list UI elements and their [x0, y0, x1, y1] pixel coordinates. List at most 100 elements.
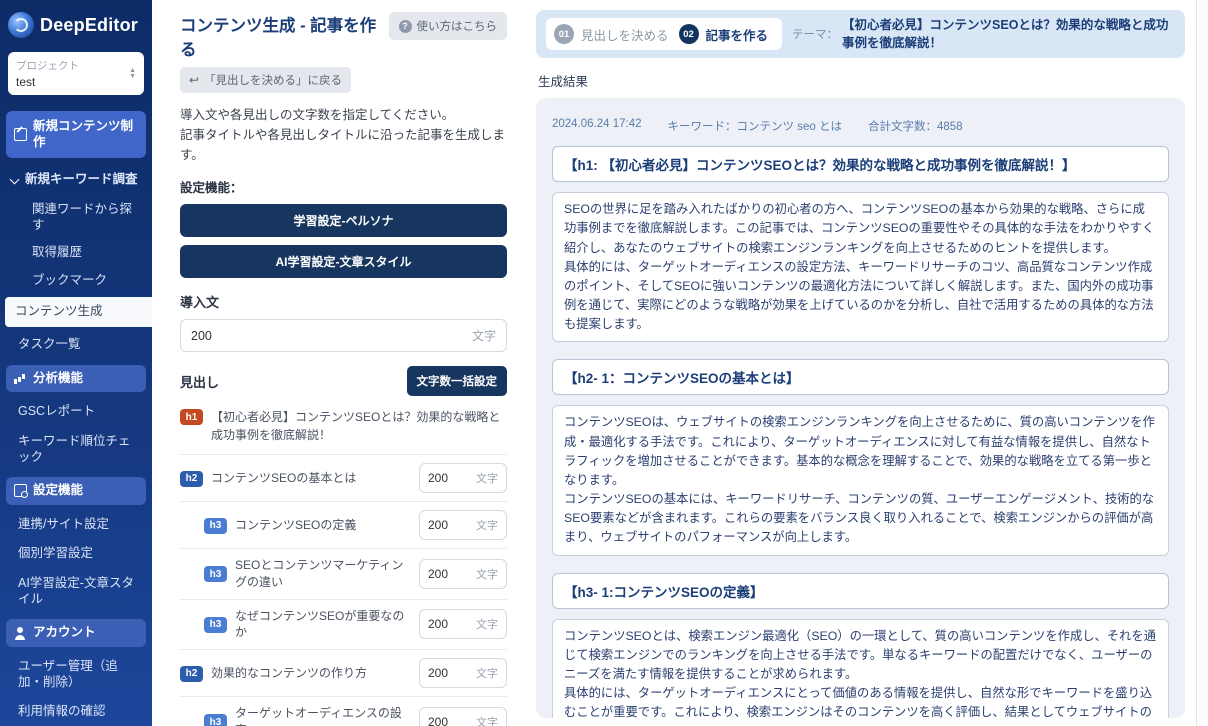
heading-char-count-input[interactable]: 200 文字 — [419, 463, 507, 493]
result-section-body[interactable]: SEOの世界に足を踏み入れたばかりの初心者の方へ、コンテンツSEOの基本から効果… — [552, 192, 1169, 343]
heading-title: SEOとコンテンツマーケティングの違い — [235, 558, 404, 589]
sidebar-item[interactable]: ブックマーク — [0, 267, 152, 295]
sidebar-item-label: ブックマーク — [32, 272, 108, 287]
step-number: 02 — [678, 24, 699, 45]
sidebar-item[interactable]: 分析機能 — [6, 364, 146, 393]
sidebar-item[interactable]: アカウント — [6, 619, 146, 647]
sidebar-item[interactable]: 取得履歴 — [0, 239, 152, 267]
sidebar-item[interactable]: ユーザー管理（追加・削除） — [0, 652, 152, 697]
heading-char-count-input[interactable]: 200 文字 — [419, 706, 507, 726]
intro-char-count-unit: 文字 — [471, 329, 496, 343]
step-tab[interactable]: 01 見出しを決める — [554, 24, 669, 45]
result-section: 【h1: 【初心者必見】コンテンツSEOとは？効果的な戦略と成功事例を徹底解説！… — [552, 146, 1169, 343]
heading-char-count-unit: 文字 — [476, 473, 498, 485]
step-header-bar: 01 見出しを決める 02 記事を作る テーマ： 【初心者必見】コンテンツSEO… — [536, 10, 1185, 59]
page-scrollbar[interactable] — [1196, 0, 1208, 726]
heading-level-badge: h2 — [180, 470, 203, 487]
result-section-heading[interactable]: 【h2- 1：コンテンツSEOの基本とは】 — [552, 359, 1169, 396]
heading-title: ターゲットオーディエンスの設定 — [235, 706, 402, 726]
result-total-chars: 合計文字数：4858 — [867, 121, 963, 134]
result-section-heading[interactable]: 【h1: 【初心者必見】コンテンツSEOとは？効果的な戦略と成功事例を徹底解説！… — [552, 146, 1169, 183]
sidebar-item[interactable]: AI学習設定-文章スタイル — [0, 569, 152, 614]
page-title: コンテンツ生成 - 記事を作る — [180, 17, 377, 59]
theme-label: テーマ： — [792, 29, 839, 42]
sidebar-item-label: 新規キーワード調査 — [25, 172, 138, 187]
heading-title: コンテンツSEOの基本とは — [211, 470, 357, 485]
question-icon: ? — [398, 19, 412, 33]
result-panel: 01 見出しを決める 02 記事を作る テーマ： 【初心者必見】コンテンツSEO… — [520, 0, 1196, 726]
sidebar-item[interactable]: GSCレポート — [0, 397, 152, 427]
sidebar-item-label: コンテンツ生成 — [15, 304, 103, 319]
result-section-body[interactable]: コンテンツSEOは、ウェブサイトの検索エンジンランキングを向上させるために、質の… — [552, 405, 1169, 556]
sidebar-item-label: キーワード順位チェック — [18, 433, 131, 464]
heading-title: 効果的なコンテンツの作り方 — [211, 665, 368, 680]
heading-char-count-input[interactable]: 200 文字 — [419, 609, 507, 640]
app-logo: DeepEditor — [0, 0, 152, 48]
heading-level-badge: h3 — [204, 616, 227, 633]
heading-char-count-value: 200 — [428, 714, 449, 726]
sidebar-item[interactable]: タスク一覧 — [0, 330, 152, 360]
sidebar-item[interactable]: 設定機能 — [6, 477, 146, 505]
heading-char-count-value: 200 — [428, 518, 449, 532]
sidebar-item-icon — [14, 128, 27, 142]
sidebar-item[interactable]: 利用情報の確認 — [0, 697, 152, 726]
sidebar-item[interactable]: キーワード順位チェック — [0, 427, 152, 472]
heading-char-count-value: 200 — [428, 666, 449, 681]
project-select-label: プロジェクト — [16, 60, 79, 72]
sidebar-item-label: 利用情報の確認 — [18, 704, 106, 719]
bulk-char-count-button[interactable]: 文字数一括設定 — [406, 366, 507, 396]
sidebar-item[interactable]: 関連ワードから探す — [0, 196, 152, 239]
heading-char-count-value: 200 — [428, 471, 449, 485]
sidebar-item[interactable]: 個別学習設定 — [0, 539, 152, 569]
result-section-label: 生成結果 — [538, 75, 589, 90]
sidebar-item-icon — [14, 372, 27, 385]
sidebar-menu: 新規コンテンツ制作 新規キーワード調査 関連ワードから探す 取得履歴 ブックマー… — [0, 109, 152, 726]
heading-char-count-unit: 文字 — [476, 619, 498, 632]
heading-level-badge: h3 — [204, 566, 227, 583]
step-number: 01 — [554, 24, 574, 45]
settings-section-label: 設定機能： — [180, 181, 243, 195]
heading-title: コンテンツSEOの定義 — [235, 517, 357, 532]
sidebar-item-label: 個別学習設定 — [18, 546, 94, 561]
sidebar: DeepEditor プロジェクト test ▲ ▼ 新規コンテンツ制作 新規キー… — [0, 0, 152, 726]
headings-list: h2 コンテンツSEOの基本とは 200 文字 h3 コンテンツSEOの定義 2… — [180, 454, 507, 726]
intro-field-label: 導入文 — [180, 295, 220, 310]
help-button[interactable]: ? 使い方はこちら — [388, 12, 507, 40]
result-section: 【h3- 1:コンテンツSEOの定義】 コンテンツSEOとは、検索エンジン最適化… — [552, 572, 1169, 719]
sidebar-item-label: タスク一覧 — [18, 337, 81, 351]
sidebar-item[interactable]: 新規コンテンツ制作 — [6, 111, 146, 159]
sidebar-item[interactable]: 連携/サイト設定 — [0, 510, 152, 540]
chevron-up-down-icon: ▲ ▼ — [129, 66, 136, 80]
h1-level-badge: h1 — [180, 409, 203, 425]
sidebar-item[interactable]: 新規キーワード調査 — [0, 166, 152, 196]
ai-style-settings-button[interactable]: AI学習設定-文章スタイル — [180, 245, 507, 278]
heading-level-badge: h3 — [204, 517, 227, 534]
sidebar-item-label: ユーザー管理（追加・削除） — [18, 658, 118, 689]
project-select[interactable]: プロジェクト test ▲ ▼ — [8, 52, 144, 95]
intro-char-count-input[interactable]: 200 文字 — [180, 319, 507, 352]
sidebar-item-label: GSCレポート — [18, 404, 96, 419]
sidebar-item-icon — [14, 484, 28, 499]
back-to-headings-button[interactable]: ↩ 「見出しを決める」に戻る — [180, 67, 352, 93]
heading-char-count-value: 200 — [428, 617, 449, 632]
page-description: 導入文や各見出しの文字数を指定してください。 記事タイトルや各見出しタイトルに沿… — [180, 108, 506, 162]
result-sections: 【h1: 【初心者必見】コンテンツSEOとは？効果的な戦略と成功事例を徹底解説！… — [552, 146, 1169, 719]
back-arrow-icon: ↩ — [189, 73, 200, 87]
result-section-heading[interactable]: 【h3- 1:コンテンツSEOの定義】 — [552, 572, 1169, 609]
heading-char-count-input[interactable]: 200 文字 — [419, 658, 507, 689]
persona-settings-button[interactable]: 学習設定-ペルソナ — [180, 204, 507, 237]
heading-char-count-value: 200 — [428, 566, 449, 581]
heading-char-count-input[interactable]: 200 文字 — [419, 558, 507, 589]
heading-row: h3 なぜコンテンツSEOが重要なのか 200 文字 — [180, 600, 507, 651]
sidebar-item[interactable]: コンテンツ生成 — [5, 297, 152, 327]
theme-text: 【初心者必見】コンテンツSEOとは？効果的な戦略と成功事例を徹底解説！ — [842, 18, 1169, 51]
heading-char-count-input[interactable]: 200 文字 — [419, 510, 507, 540]
sidebar-item-label: 新規コンテンツ制作 — [33, 119, 134, 149]
sidebar-item-label: 分析機能 — [33, 370, 84, 385]
sidebar-item-label: 関連ワードから探す — [32, 201, 133, 232]
step-tab[interactable]: 02 記事を作る — [678, 24, 768, 45]
result-section-body[interactable]: コンテンツSEOとは、検索エンジン最適化（SEO）の一環として、質の高いコンテン… — [552, 618, 1169, 719]
heading-title: なぜコンテンツSEOが重要なのか — [235, 608, 405, 640]
result-datetime: 2024.06.24 17:42 — [552, 118, 642, 131]
app-logo-text: DeepEditor — [40, 14, 139, 35]
